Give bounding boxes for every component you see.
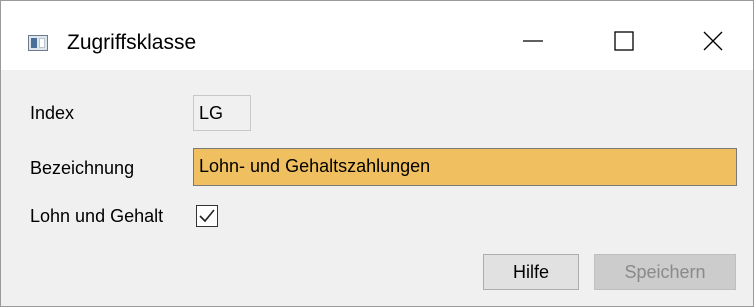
description-label: Bezeichnung: [30, 158, 135, 178]
index-field[interactable]: LG: [193, 95, 251, 131]
payroll-checkbox[interactable]: [196, 205, 218, 227]
application-window-icon: [28, 35, 48, 51]
payroll-label: Lohn und Gehalt: [30, 206, 164, 226]
window-title: Zugriffsklasse: [67, 31, 197, 54]
maximize-icon: [614, 31, 634, 51]
maximize-button[interactable]: [601, 21, 647, 61]
minimize-button[interactable]: [510, 21, 556, 61]
close-button[interactable]: [690, 21, 736, 61]
app-icon-pane-left: [31, 38, 37, 48]
close-icon: [703, 31, 723, 51]
index-label: Index: [30, 103, 75, 123]
help-button[interactable]: Hilfe: [483, 254, 579, 290]
checkmark-icon: [199, 209, 215, 223]
app-icon-pane-right: [39, 38, 45, 48]
minimize-icon: [523, 40, 543, 42]
dialog-window: Zugriffsklasse Index LG Bezeichnung Lohn…: [0, 0, 754, 307]
description-field[interactable]: Lohn- und Gehaltszahlungen: [193, 148, 737, 186]
save-button[interactable]: Speichern: [594, 254, 736, 290]
title-bar[interactable]: Zugriffsklasse: [1, 1, 753, 70]
